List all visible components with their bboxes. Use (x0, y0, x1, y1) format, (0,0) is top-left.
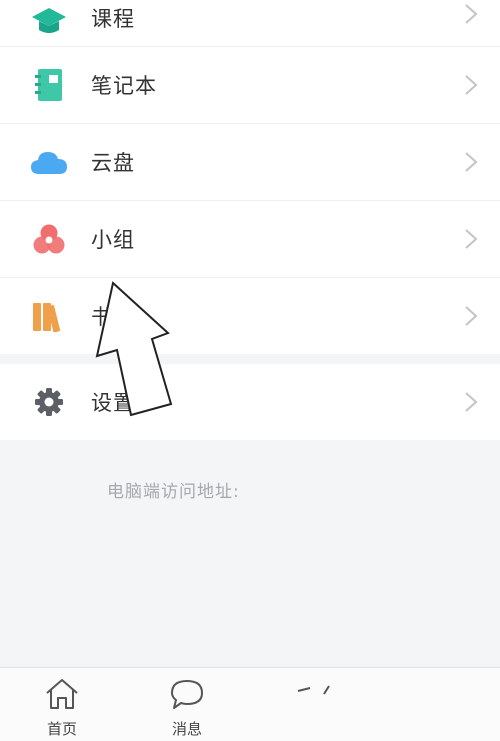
chevron-right-icon (464, 391, 478, 413)
cloud-icon (30, 143, 68, 181)
tab-home[interactable]: 首页 (22, 678, 102, 739)
profile-screen: 课程 笔记本 云盘 小组 书架 设置 电脑端访问地址: 首页 消息 (0, 0, 500, 741)
chevron-right-icon (464, 74, 478, 96)
menu-item-cloud-drive[interactable]: 云盘 (0, 124, 500, 201)
tab-messages[interactable]: 消息 (147, 678, 227, 739)
chevron-right-icon (464, 228, 478, 250)
tab-label: 首页 (46, 720, 77, 738)
menu-item-bookshelf[interactable]: 书架 (0, 278, 500, 354)
menu-item-settings[interactable]: 设置 (0, 364, 500, 440)
menu-item-notebook[interactable]: 笔记本 (0, 47, 500, 124)
gear-icon (30, 383, 68, 421)
bookshelf-icon (30, 297, 68, 335)
chat-bubble-icon (169, 678, 205, 714)
home-icon (44, 678, 80, 714)
menu-group-settings: 设置 (0, 364, 500, 440)
menu-item-label: 书架 (91, 305, 135, 329)
menu-item-label: 云盘 (91, 151, 135, 175)
menu-item-label: 课程 (91, 7, 135, 31)
menu-item-label: 设置 (91, 391, 135, 415)
partial-tab-icon (296, 682, 332, 701)
chevron-right-icon (464, 151, 478, 173)
tab-label: 消息 (171, 720, 202, 738)
menu-item-group[interactable]: 小组 (0, 201, 500, 278)
pc-access-address-label: 电脑端访问地址: (107, 482, 240, 502)
menu-item-label: 笔记本 (91, 74, 157, 98)
menu-item-courses[interactable]: 课程 (0, 0, 500, 47)
graduation-cap-icon (30, 3, 68, 41)
chevron-right-icon (464, 3, 478, 25)
notebook-icon (30, 66, 68, 104)
bottom-tab-bar: 首页 消息 (0, 667, 500, 741)
section-divider (0, 354, 500, 364)
menu-item-label: 小组 (91, 228, 135, 252)
group-circles-icon (30, 220, 68, 258)
menu-group-main: 课程 笔记本 云盘 小组 书架 (0, 0, 500, 354)
chevron-right-icon (464, 305, 478, 327)
